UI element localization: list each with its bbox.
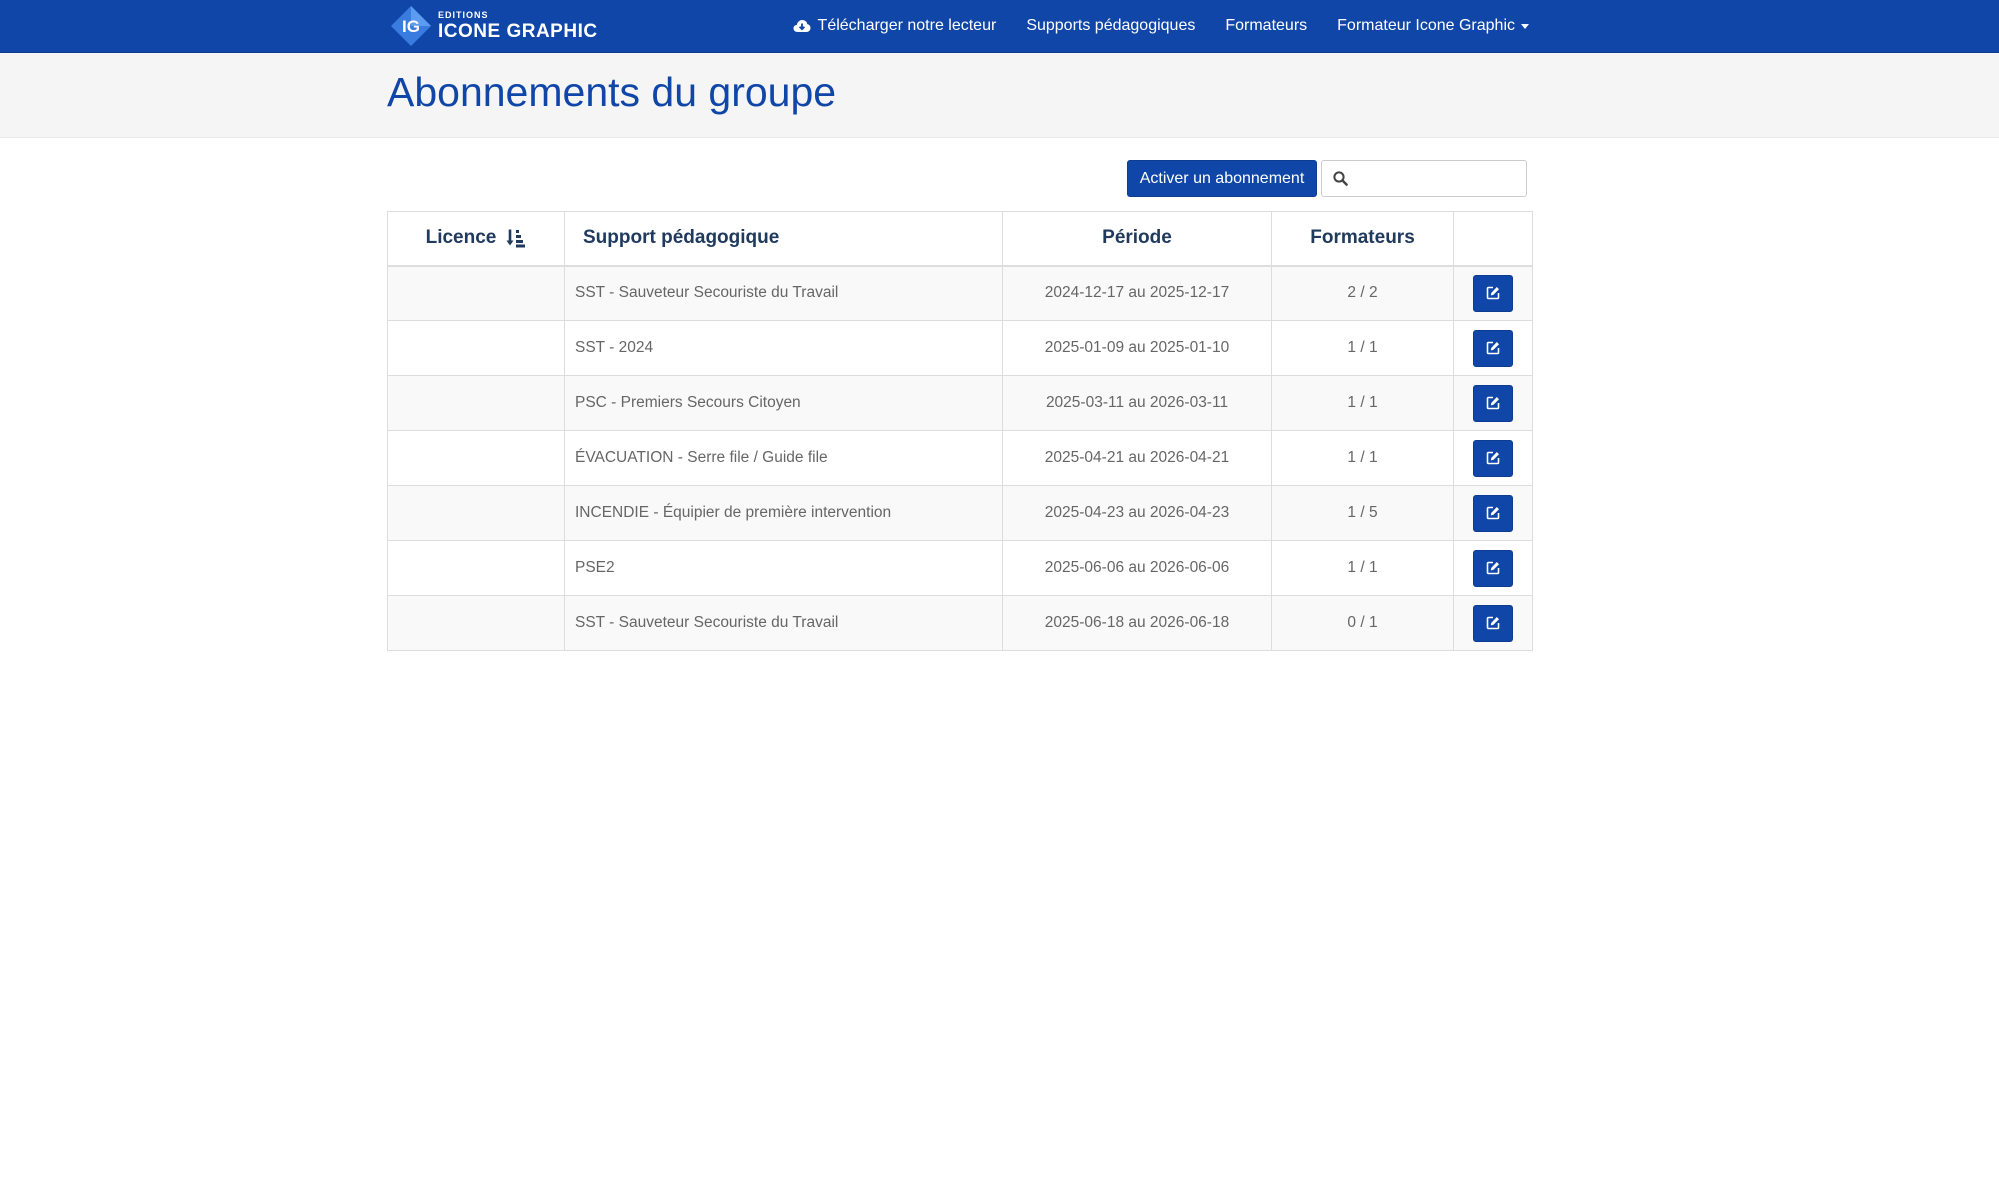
edit-icon: [1486, 561, 1500, 575]
cell-actions: [1453, 375, 1533, 431]
top-navbar: IG EDITIONS ICONE GRAPHIC Télécharger no…: [0, 0, 1999, 53]
logo-badge-icon: IG: [390, 5, 432, 47]
cell-support: SST - Sauveteur Secouriste du Travail: [564, 265, 1003, 321]
table-body: SST - Sauveteur Secouriste du Travail 202…: [387, 265, 1533, 651]
table-header-row: Licence Support pédagogique Période Form…: [387, 211, 1533, 267]
nav-user-menu[interactable]: Formateur Icone Graphic: [1337, 17, 1529, 35]
cell-licence: [387, 430, 565, 486]
search-icon: [1333, 171, 1348, 186]
cell-licence: [387, 375, 565, 431]
table-row: SST - Sauveteur Secouriste du Travail 202…: [387, 595, 1533, 651]
nav-download-reader[interactable]: Télécharger notre lecteur: [793, 17, 997, 35]
cell-licence: [387, 265, 565, 321]
cell-periode: 2025-06-06 au 2026-06-06: [1002, 540, 1272, 596]
cell-formateurs: 0 / 1: [1271, 595, 1454, 651]
table-row: SST - 2024 2025-01-09 au 2025-01-10 1 / 1: [387, 320, 1533, 376]
table-toolbar: Activer un abonnement: [0, 160, 1999, 197]
nav-supports[interactable]: Supports pédagogiques: [1026, 17, 1195, 35]
edit-button[interactable]: [1473, 384, 1513, 422]
column-header-support[interactable]: Support pédagogique: [564, 211, 1003, 267]
edit-button[interactable]: [1473, 494, 1513, 532]
cell-periode: 2024-12-17 au 2025-12-17: [1002, 265, 1272, 321]
sort-amount-asc-icon: [506, 229, 526, 248]
column-header-actions: [1453, 211, 1533, 267]
cell-periode: 2025-06-18 au 2026-06-18: [1002, 595, 1272, 651]
edit-button[interactable]: [1473, 439, 1513, 477]
activate-subscription-button[interactable]: Activer un abonnement: [1127, 160, 1317, 197]
edit-icon: [1486, 396, 1500, 410]
caret-down-icon: [1521, 23, 1529, 29]
cell-formateurs: 1 / 1: [1271, 540, 1454, 596]
edit-button[interactable]: [1473, 329, 1513, 367]
cell-licence: [387, 485, 565, 541]
edit-button[interactable]: [1473, 274, 1513, 312]
column-header-formateurs[interactable]: Formateurs: [1271, 211, 1454, 267]
edit-icon: [1486, 616, 1500, 630]
edit-button[interactable]: [1473, 604, 1513, 642]
cell-support: INCENDIE - Équipier de première interven…: [564, 485, 1003, 541]
logo-badge-text: IG: [402, 17, 420, 36]
cell-support: PSE2: [564, 540, 1003, 596]
cell-licence: [387, 540, 565, 596]
cell-licence: [387, 320, 565, 376]
edit-icon: [1486, 451, 1500, 465]
brand-text: EDITIONS ICONE GRAPHIC: [438, 10, 598, 42]
brand-logo[interactable]: IG EDITIONS ICONE GRAPHIC: [390, 5, 598, 47]
page-title: Abonnements du groupe: [387, 69, 837, 115]
cell-formateurs: 1 / 1: [1271, 375, 1454, 431]
cell-actions: [1453, 540, 1533, 596]
cell-actions: [1453, 430, 1533, 486]
page-header: Abonnements du groupe: [0, 53, 1999, 138]
column-header-periode[interactable]: Période: [1002, 211, 1272, 267]
nav-formateurs[interactable]: Formateurs: [1225, 17, 1307, 35]
cell-formateurs: 1 / 5: [1271, 485, 1454, 541]
table-row: PSC - Premiers Secours Citoyen 2025-03-11…: [387, 375, 1533, 431]
table-row: INCENDIE - Équipier de première interven…: [387, 485, 1533, 541]
edit-icon: [1486, 506, 1500, 520]
edit-icon: [1486, 286, 1500, 300]
cell-periode: 2025-04-21 au 2026-04-21: [1002, 430, 1272, 486]
cell-actions: [1453, 320, 1533, 376]
cell-support: SST - Sauveteur Secouriste du Travail: [564, 595, 1003, 651]
nav-formateurs-label: Formateurs: [1225, 17, 1308, 34]
subscriptions-table: Licence Support pédagogique Période Form…: [387, 211, 1533, 651]
cell-formateurs: 1 / 1: [1271, 430, 1454, 486]
nav-user-label: Formateur Icone Graphic: [1337, 17, 1515, 34]
search-input[interactable]: [1356, 163, 1524, 195]
brand-name: ICONE GRAPHIC: [438, 21, 598, 42]
edit-button[interactable]: [1473, 549, 1513, 587]
brand-small-text: EDITIONS: [438, 10, 489, 20]
cell-support: PSC - Premiers Secours Citoyen: [564, 375, 1003, 431]
nav-supports-label: Supports pédagogiques: [1026, 17, 1196, 34]
table-row: PSE2 2025-06-06 au 2026-06-06 1 / 1: [387, 540, 1533, 596]
column-header-licence[interactable]: Licence: [387, 211, 565, 267]
cell-periode: 2025-03-11 au 2026-03-11: [1002, 375, 1272, 431]
cell-periode: 2025-01-09 au 2025-01-10: [1002, 320, 1272, 376]
cell-formateurs: 1 / 1: [1271, 320, 1454, 376]
cell-actions: [1453, 265, 1533, 321]
table-row: SST - Sauveteur Secouriste du Travail 202…: [387, 265, 1533, 321]
cell-support: SST - 2024: [564, 320, 1003, 376]
cell-actions: [1453, 595, 1533, 651]
main-nav: Télécharger notre lecteur Supports pédag…: [763, 0, 1529, 52]
search-box[interactable]: [1321, 160, 1527, 197]
cell-formateurs: 2 / 2: [1271, 265, 1454, 321]
edit-icon: [1486, 341, 1500, 355]
cell-periode: 2025-04-23 au 2026-04-23: [1002, 485, 1272, 541]
cell-actions: [1453, 485, 1533, 541]
nav-download-label: Télécharger notre lecteur: [817, 17, 997, 34]
cell-support: ÉVACUATION - Serre file / Guide file: [564, 430, 1003, 486]
cell-licence: [387, 595, 565, 651]
column-header-licence-label: Licence: [425, 227, 497, 249]
cloud-download-icon: [793, 20, 811, 32]
table-row: ÉVACUATION - Serre file / Guide file 2025…: [387, 430, 1533, 486]
